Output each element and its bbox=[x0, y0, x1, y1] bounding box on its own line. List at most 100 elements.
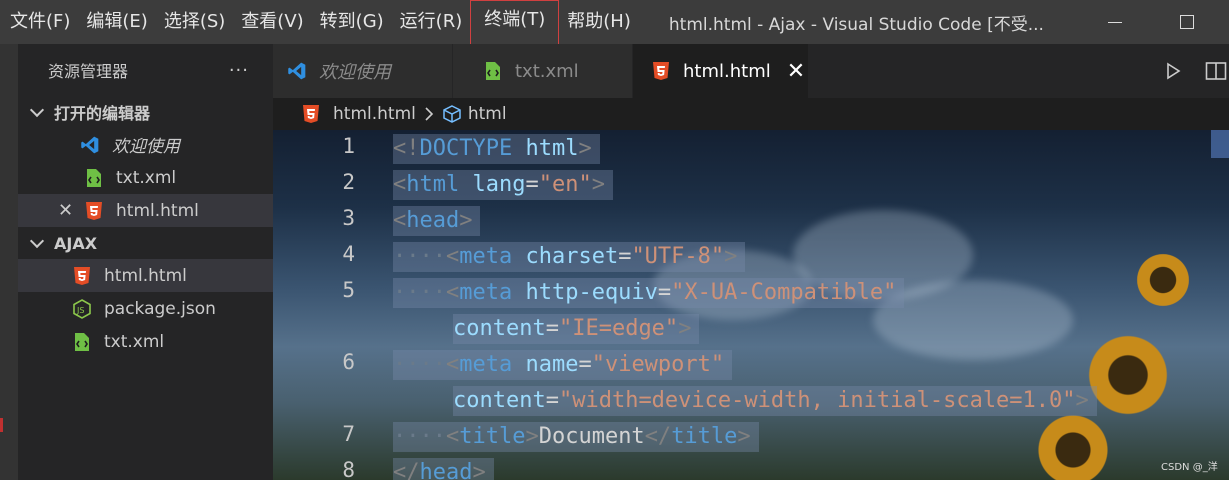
breadcrumb: html.html html bbox=[273, 98, 1229, 130]
code-editor[interactable]: 1 2 3 4 5 6 7 8 <!DOCTYPE html> <html la… bbox=[273, 130, 1229, 480]
code-token: name bbox=[525, 352, 579, 377]
vscode-icon bbox=[80, 135, 100, 155]
code-token: = bbox=[657, 280, 672, 305]
code-token: "X-UA-Compatible" bbox=[671, 280, 897, 305]
tab-html-html[interactable]: html.html ✕ bbox=[633, 44, 809, 98]
code-token: > bbox=[459, 208, 473, 233]
close-icon[interactable]: ✕ bbox=[58, 200, 73, 221]
line-number: 1 bbox=[342, 134, 355, 158]
code-token: meta bbox=[459, 244, 513, 269]
html5-icon bbox=[72, 266, 92, 286]
menu-help[interactable]: 帮助(H) bbox=[559, 0, 639, 44]
code-token: > bbox=[578, 136, 592, 161]
open-editor-label: html.html bbox=[116, 200, 199, 221]
activity-bar bbox=[0, 44, 18, 480]
code-token: = bbox=[618, 244, 632, 269]
minimize-button[interactable] bbox=[1090, 0, 1140, 44]
menu-edit[interactable]: 编辑(E) bbox=[78, 0, 155, 44]
minimize-icon bbox=[1108, 21, 1122, 23]
code-token: <! bbox=[393, 136, 420, 161]
file-package-json[interactable]: JS package.json bbox=[18, 292, 273, 325]
line-number: 2 bbox=[342, 170, 355, 194]
breadcrumb-symbol[interactable]: html bbox=[468, 104, 507, 124]
watermark: CSDN @_洋 bbox=[1161, 462, 1218, 473]
window-title: html.html - Ajax - Visual Studio Code [不… bbox=[668, 14, 1044, 35]
line-number: 8 bbox=[342, 458, 355, 480]
tab-welcome[interactable]: 欢迎使用 bbox=[273, 44, 453, 98]
open-editor-label: txt.xml bbox=[116, 167, 177, 188]
explorer-sidebar: 资源管理器 ··· 打开的编辑器 欢迎使用 txt.xml ✕ html.htm… bbox=[18, 44, 273, 480]
scrollbar-thumb[interactable] bbox=[1211, 130, 1229, 158]
code-token: ···· bbox=[393, 352, 446, 377]
more-actions-icon[interactable]: ··· bbox=[229, 60, 249, 81]
chevron-down-icon bbox=[29, 102, 45, 118]
html5-icon bbox=[651, 61, 671, 81]
code-token: content bbox=[453, 388, 546, 413]
explorer-title: 资源管理器 bbox=[48, 62, 129, 81]
code-token: meta bbox=[459, 280, 513, 305]
file-txt-xml[interactable]: txt.xml bbox=[18, 325, 273, 358]
code-line-6: ····<meta name="viewport" bbox=[393, 350, 733, 380]
menu-file[interactable]: 文件(F) bbox=[0, 0, 78, 44]
menu-bar: 文件(F) 编辑(E) 选择(S) 查看(V) 转到(G) 运行(R) 终端(T… bbox=[0, 0, 639, 46]
code-line-5-wrap: content="IE=edge"> bbox=[453, 314, 700, 344]
close-icon[interactable]: ✕ bbox=[787, 59, 805, 84]
code-token: < bbox=[445, 244, 460, 269]
code-token: > bbox=[591, 172, 605, 197]
file-label: txt.xml bbox=[104, 331, 165, 352]
menu-terminal[interactable]: 终端(T) bbox=[470, 0, 560, 46]
title-bar: 文件(F) 编辑(E) 选择(S) 查看(V) 转到(G) 运行(R) 终端(T… bbox=[0, 0, 1229, 46]
code-token: title bbox=[671, 424, 738, 449]
tab-txt-xml[interactable]: txt.xml bbox=[453, 44, 633, 98]
code-token: head bbox=[406, 208, 460, 233]
code-line-7: ····<title>Document</title> bbox=[393, 422, 759, 452]
file-label: html.html bbox=[104, 265, 187, 286]
html5-icon bbox=[301, 104, 321, 124]
code-token: http-equiv bbox=[525, 280, 658, 305]
project-label: AJAX bbox=[54, 233, 98, 253]
menu-view[interactable]: 查看(V) bbox=[233, 0, 311, 44]
code-token: "en" bbox=[538, 172, 592, 197]
open-editor-welcome[interactable]: 欢迎使用 bbox=[18, 128, 273, 161]
svg-text:JS: JS bbox=[76, 306, 84, 315]
code-token: "width=device-width, initial-scale=1.0" bbox=[558, 388, 1076, 413]
cube-icon bbox=[443, 105, 461, 123]
menu-go[interactable]: 转到(G) bbox=[312, 0, 392, 44]
open-editors-section[interactable]: 打开的编辑器 bbox=[18, 96, 273, 128]
code-token: = bbox=[525, 172, 539, 197]
run-button[interactable] bbox=[1163, 44, 1183, 98]
open-editor-txt-xml[interactable]: txt.xml bbox=[18, 161, 273, 194]
code-token: lang bbox=[472, 172, 526, 197]
code-token: = bbox=[545, 388, 559, 413]
split-editor-button[interactable] bbox=[1205, 44, 1227, 98]
line-number: 3 bbox=[342, 206, 355, 230]
split-editor-icon bbox=[1205, 62, 1227, 80]
maximize-button[interactable] bbox=[1162, 0, 1212, 44]
open-editors-label: 打开的编辑器 bbox=[54, 104, 151, 123]
tab-label: txt.xml bbox=[515, 60, 579, 82]
file-html-html[interactable]: html.html bbox=[18, 259, 273, 292]
code-token: < bbox=[393, 172, 407, 197]
code-token: < bbox=[445, 352, 460, 377]
open-editor-html-html[interactable]: ✕ html.html bbox=[18, 194, 273, 227]
menu-selection[interactable]: 选择(S) bbox=[156, 0, 233, 44]
code-line-2: <html lang="en"> bbox=[393, 170, 613, 200]
code-token: < bbox=[393, 208, 407, 233]
code-token: meta bbox=[459, 352, 513, 377]
code-token: < bbox=[445, 424, 460, 449]
background-sunflower bbox=[1033, 410, 1113, 480]
code-token: html bbox=[406, 172, 460, 197]
breadcrumb-file[interactable]: html.html bbox=[333, 104, 416, 124]
code-token: > bbox=[472, 460, 486, 480]
code-token: = bbox=[578, 352, 592, 377]
code-token: content bbox=[453, 316, 546, 341]
code-token: "IE=edge" bbox=[558, 316, 679, 341]
editor-tabs: 欢迎使用 txt.xml html.html ✕ bbox=[273, 44, 1229, 98]
menu-run[interactable]: 运行(R) bbox=[392, 0, 471, 44]
code-line-4: ····<meta charset="UTF-8"> bbox=[393, 242, 746, 272]
code-token: > bbox=[737, 424, 751, 449]
project-section[interactable]: AJAX bbox=[18, 227, 273, 259]
